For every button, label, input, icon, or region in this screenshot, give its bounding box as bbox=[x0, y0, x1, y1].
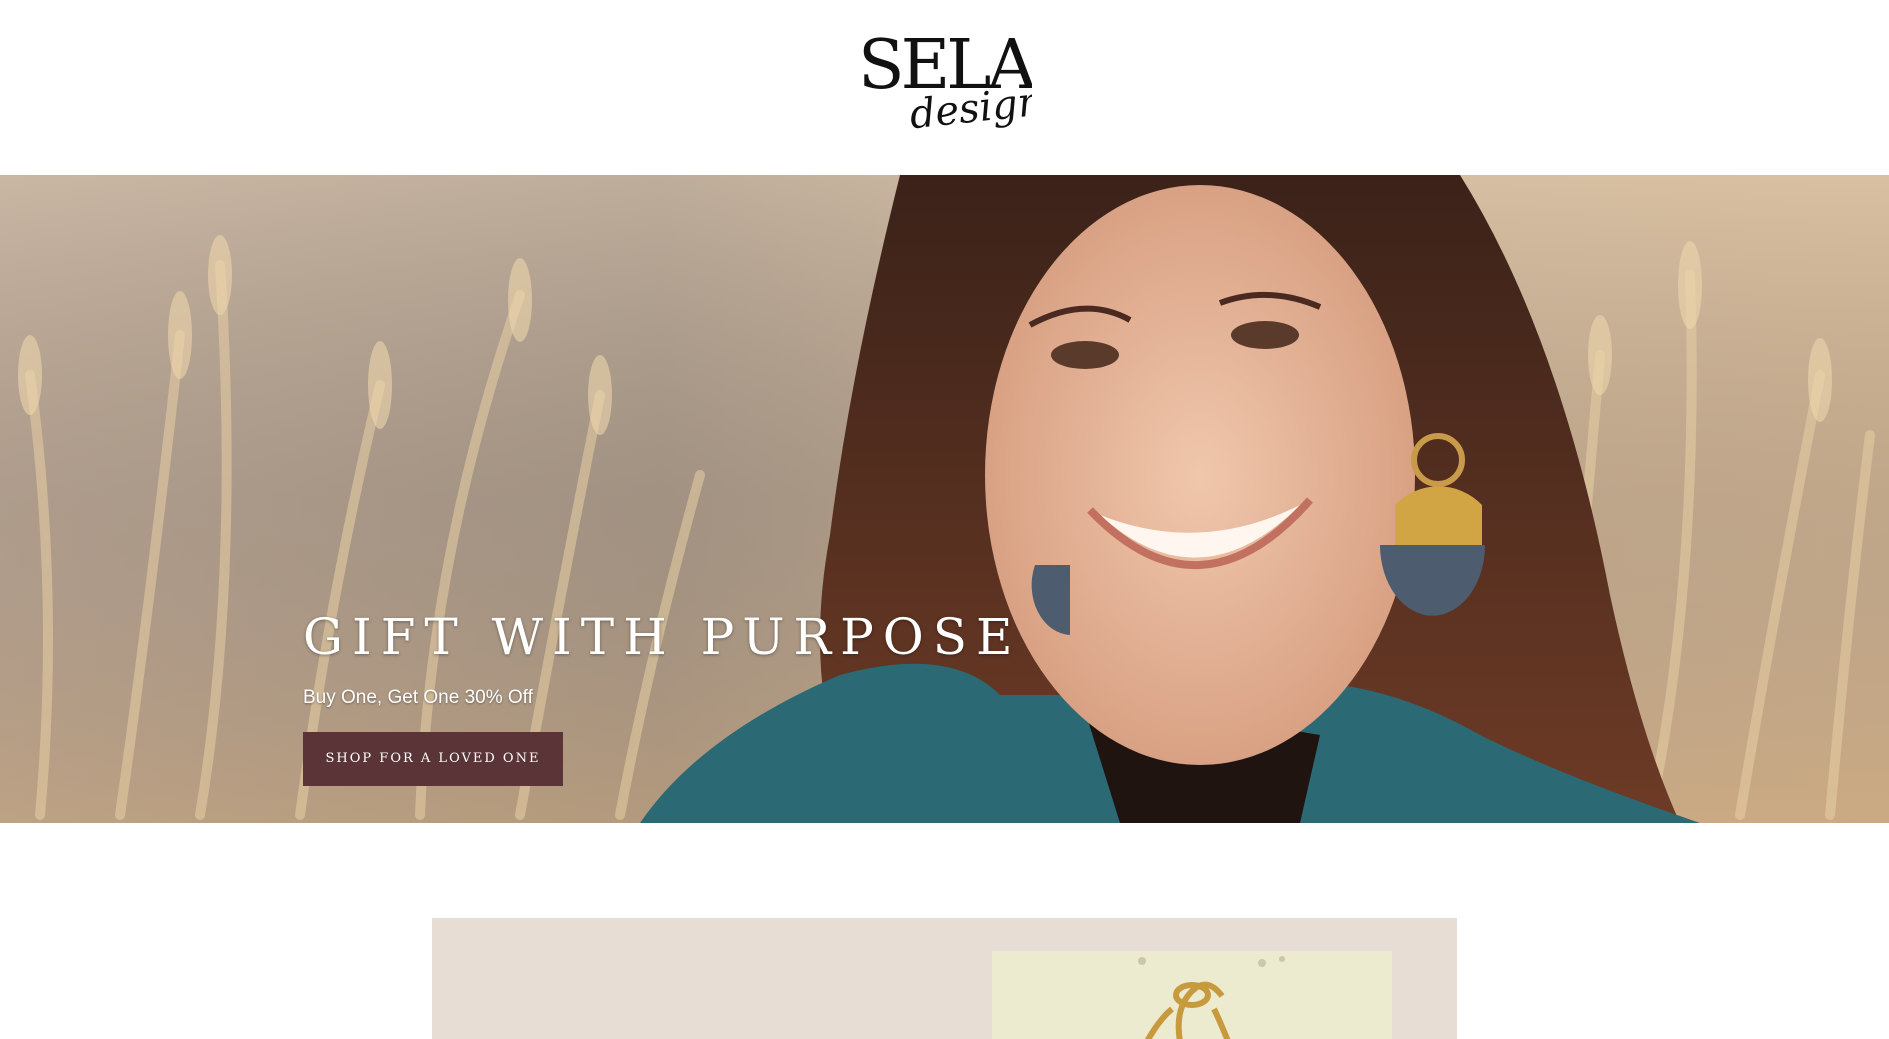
shop-for-loved-one-button[interactable]: SHOP FOR A LOVED ONE bbox=[303, 732, 563, 786]
site-header: SELA designs bbox=[0, 0, 1889, 175]
logo-graphic: SELA designs bbox=[858, 26, 1066, 138]
promo-image[interactable] bbox=[992, 951, 1392, 1039]
hero-subtitle: Buy One, Get One 30% Off bbox=[303, 687, 533, 708]
hero-content: GIFT WITH PURPOSE Buy One, Get One 30% O… bbox=[303, 609, 1022, 786]
promo-panel bbox=[432, 918, 1457, 1039]
sela-designs-logo[interactable]: SELA designs bbox=[852, 24, 1066, 149]
hero-title: GIFT WITH PURPOSE bbox=[303, 608, 1022, 666]
hero-banner: GIFT WITH PURPOSE Buy One, Get One 30% O… bbox=[0, 175, 1889, 823]
